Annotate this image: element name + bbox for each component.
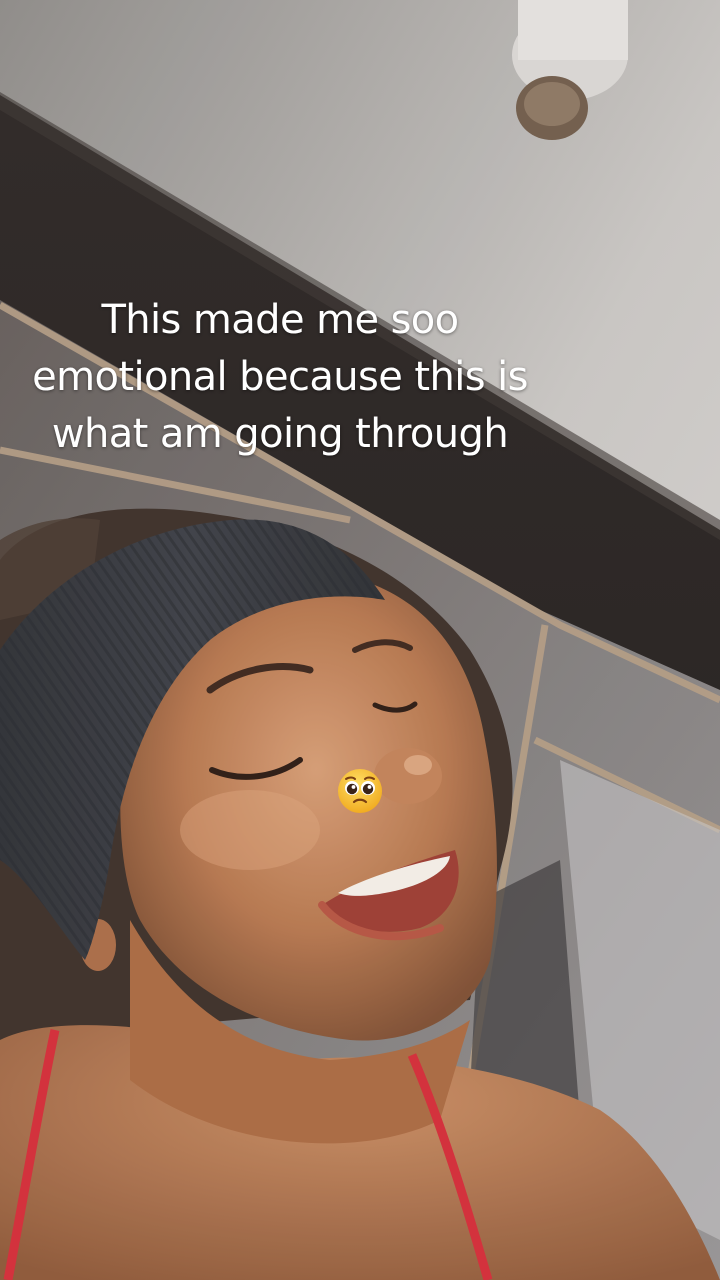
- selfie-photo: [0, 0, 720, 1280]
- caption-text: This made me soo emotional because this …: [32, 297, 528, 457]
- pleading-face-emoji-icon: [338, 769, 382, 813]
- video-frame: This made me soo emotional because this …: [0, 0, 720, 1280]
